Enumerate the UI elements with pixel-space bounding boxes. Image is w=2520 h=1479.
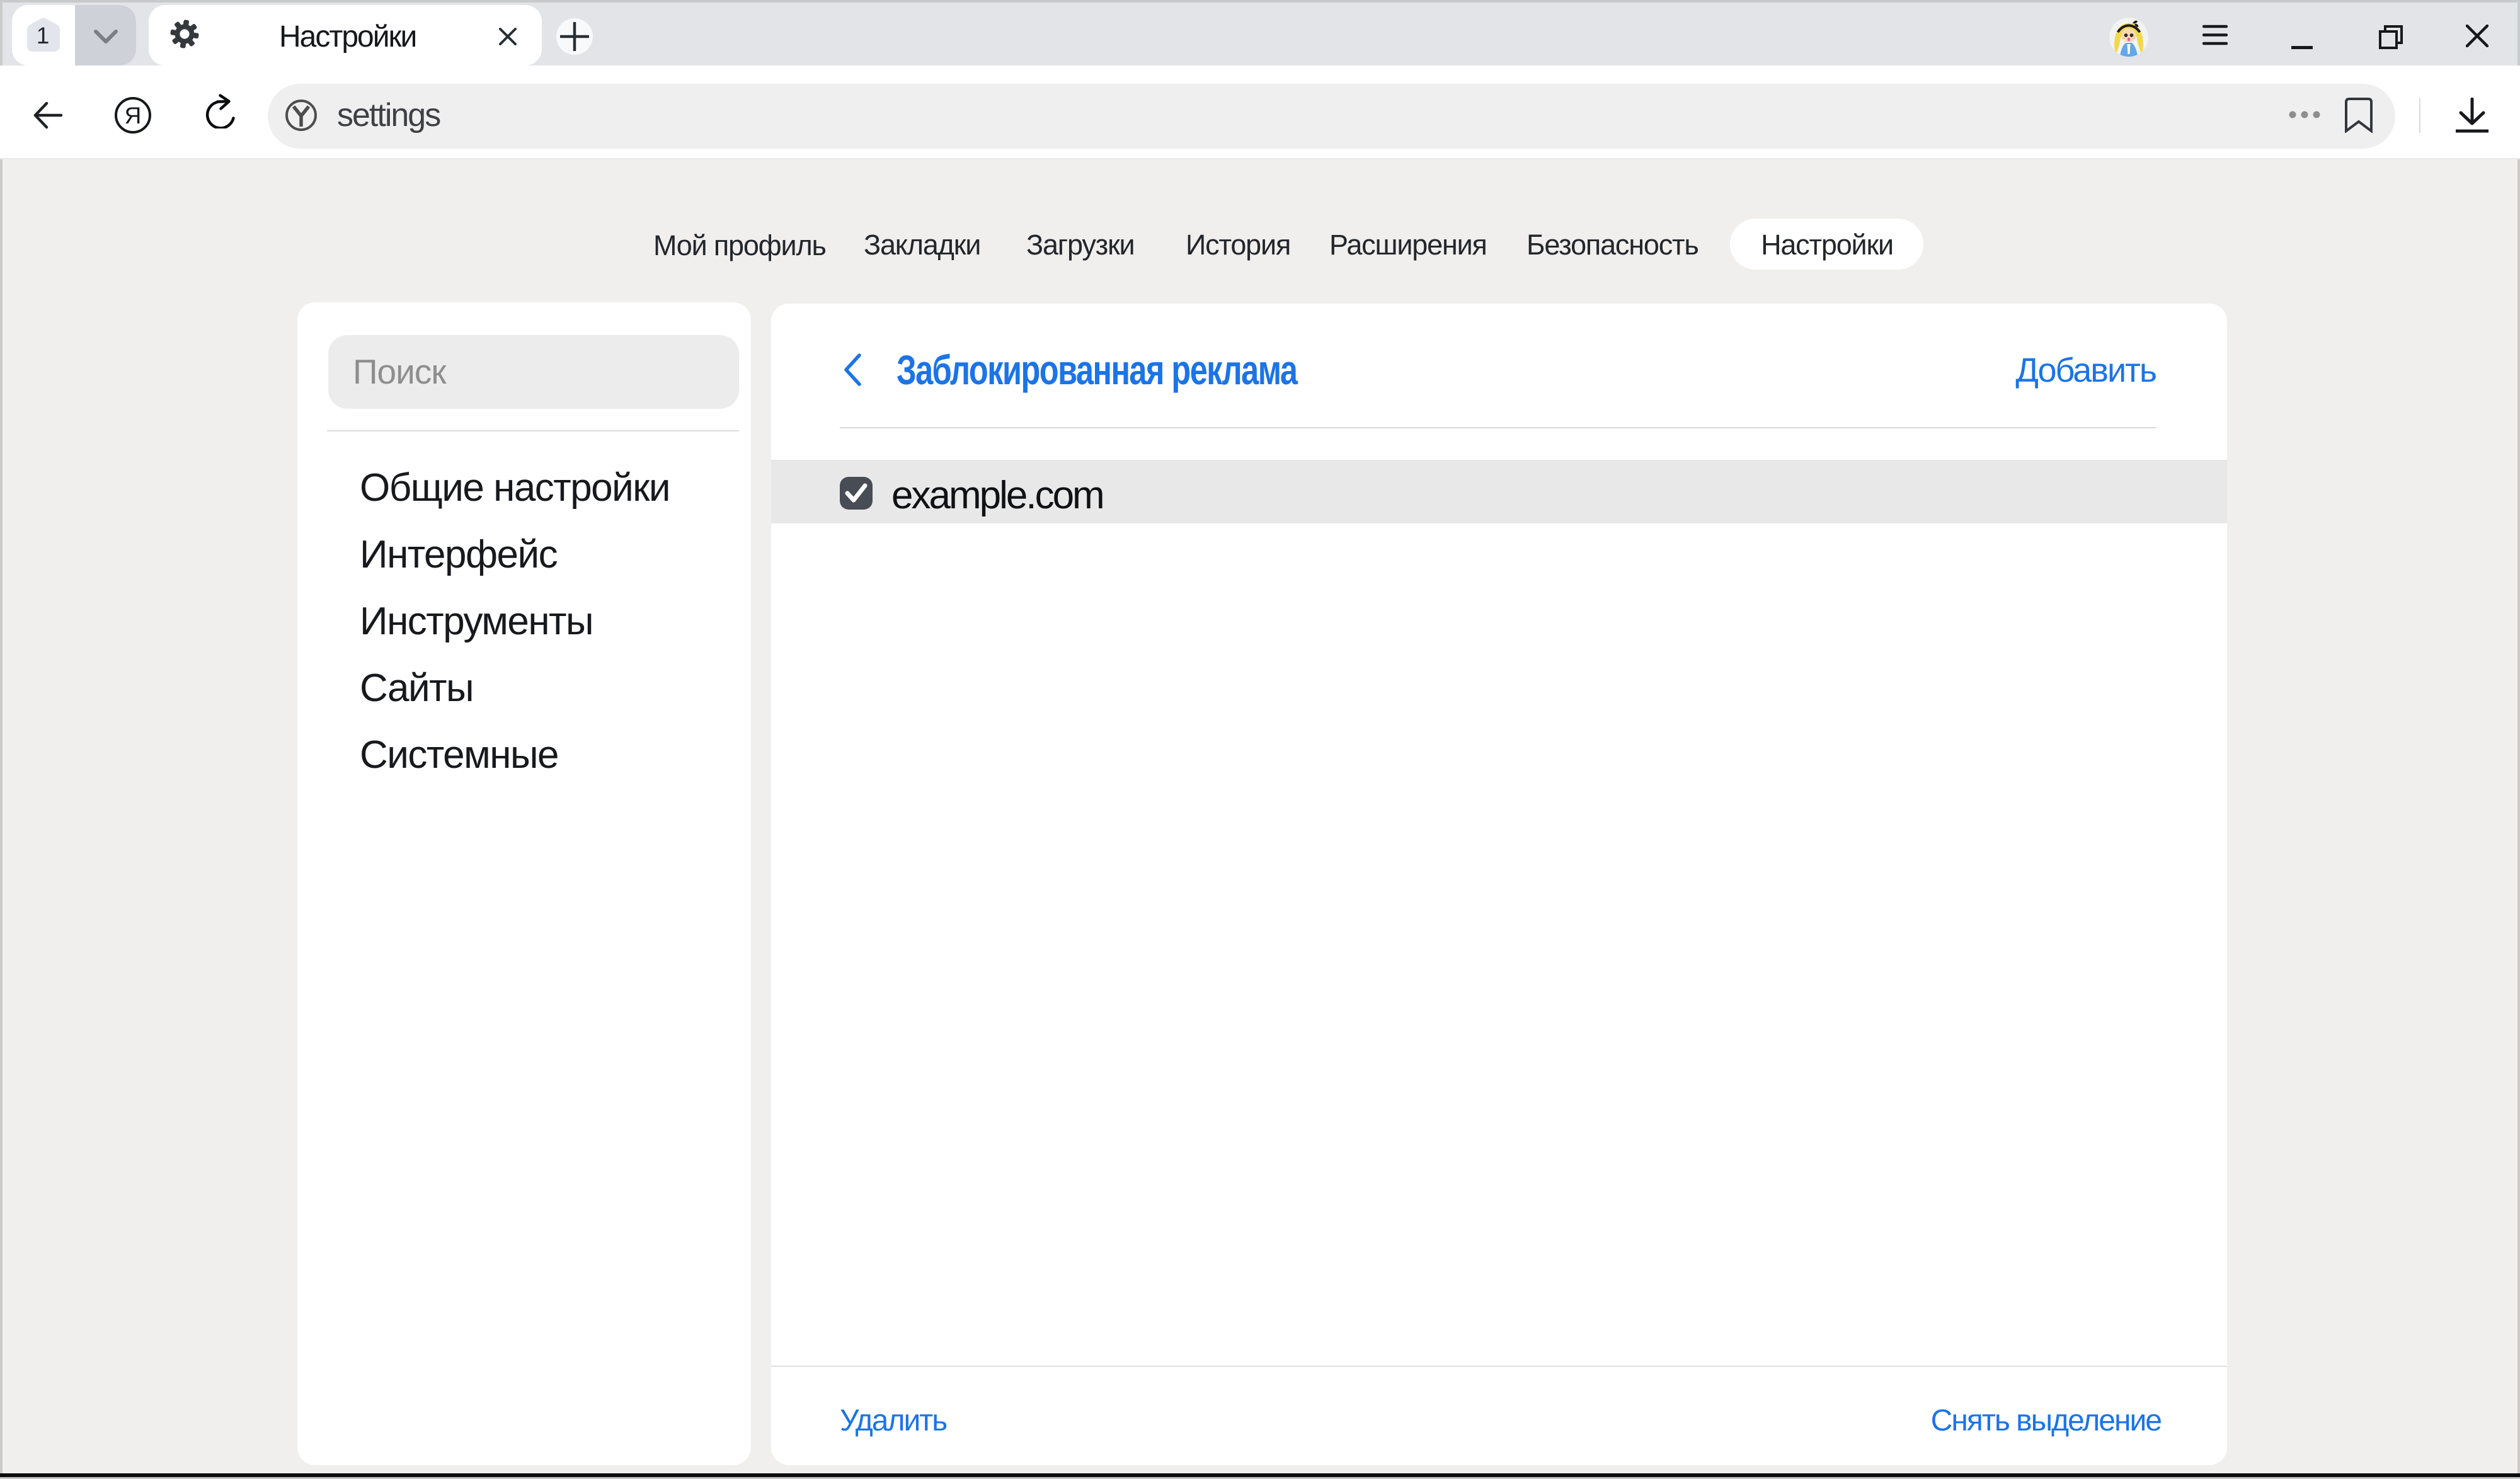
svg-text:Я: Я: [125, 103, 142, 128]
svg-text:1: 1: [37, 23, 50, 49]
